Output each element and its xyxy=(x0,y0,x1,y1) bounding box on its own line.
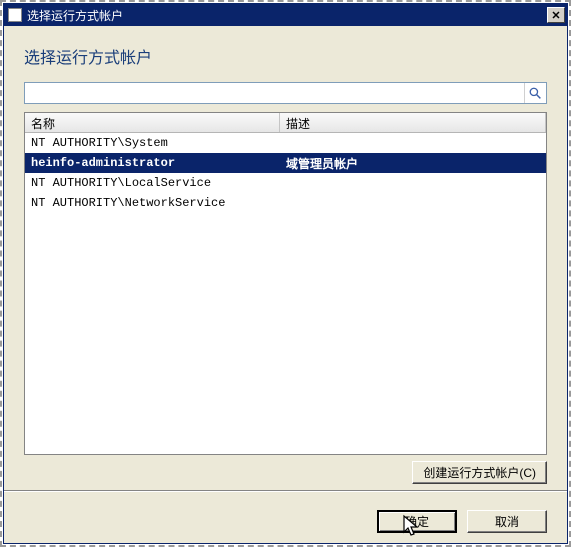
ok-button[interactable]: 确定 xyxy=(377,510,457,533)
create-row: 创建运行方式帐户(C) xyxy=(24,455,547,486)
cell-name: NT AUTHORITY\NetworkService xyxy=(25,196,280,210)
table-row[interactable]: heinfo-administrator域管理员帐户 xyxy=(25,153,546,173)
page-title: 选择运行方式帐户 xyxy=(24,44,547,68)
dialog-body: 选择运行方式帐户 名称 描述 NT AUTHORITY\System heinfo… xyxy=(4,26,567,500)
window-title: 选择运行方式帐户 xyxy=(27,7,547,24)
search-box xyxy=(24,82,547,104)
search-input[interactable] xyxy=(25,83,524,103)
dialog-footer: 确定 取消 xyxy=(4,500,567,543)
cell-desc: 域管理员帐户 xyxy=(280,155,546,172)
cell-name: heinfo-administrator xyxy=(25,156,280,170)
column-name[interactable]: 名称 xyxy=(25,113,280,132)
table-header: 名称 描述 xyxy=(25,113,546,133)
table-body: NT AUTHORITY\System heinfo-administrator域… xyxy=(25,133,546,454)
table-row[interactable]: NT AUTHORITY\LocalService xyxy=(25,173,546,193)
search-button[interactable] xyxy=(524,83,546,103)
table-row[interactable]: NT AUTHORITY\NetworkService xyxy=(25,193,546,213)
cell-name: NT AUTHORITY\LocalService xyxy=(25,176,280,190)
column-desc[interactable]: 描述 xyxy=(280,113,546,132)
divider xyxy=(4,490,567,492)
dialog-window: 选择运行方式帐户 ✕ 选择运行方式帐户 名称 描述 NT AUTHORITY\S… xyxy=(3,3,568,544)
close-icon: ✕ xyxy=(551,9,560,22)
create-account-button[interactable]: 创建运行方式帐户(C) xyxy=(412,461,547,484)
cell-name: NT AUTHORITY\System xyxy=(25,136,280,150)
titlebar: 选择运行方式帐户 ✕ xyxy=(4,4,567,26)
accounts-table: 名称 描述 NT AUTHORITY\System heinfo-administ… xyxy=(24,112,547,455)
window-icon xyxy=(8,8,22,22)
table-row[interactable]: NT AUTHORITY\System xyxy=(25,133,546,153)
search-icon xyxy=(529,87,542,100)
cancel-button[interactable]: 取消 xyxy=(467,510,547,533)
close-button[interactable]: ✕ xyxy=(547,7,565,23)
